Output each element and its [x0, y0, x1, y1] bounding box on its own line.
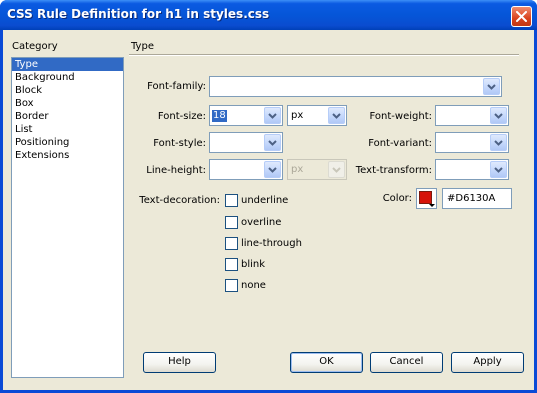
chevron-down-icon	[494, 113, 503, 119]
dialog-body: Category Type Background Block Box Borde…	[3, 30, 534, 390]
chevron-down-icon	[268, 113, 277, 119]
apply-button[interactable]: Apply	[451, 352, 524, 373]
category-item-type[interactable]: Type	[12, 58, 123, 71]
underline-checkbox[interactable]	[225, 194, 238, 207]
title-bar[interactable]: CSS Rule Definition for h1 in styles.css	[0, 0, 537, 30]
ok-button[interactable]: OK	[290, 352, 363, 373]
category-item-block[interactable]: Block	[12, 84, 123, 97]
font-size-select[interactable]: 18	[209, 105, 283, 126]
font-variant-dropdown-button[interactable]	[490, 134, 507, 151]
underline-label: underline	[241, 195, 289, 206]
line-through-checkbox[interactable]	[225, 237, 238, 250]
category-item-extensions[interactable]: Extensions	[12, 149, 123, 162]
font-style-dropdown-button[interactable]	[264, 134, 281, 151]
window-title: CSS Rule Definition for h1 in styles.css	[7, 7, 270, 21]
panel-heading: Type	[131, 41, 154, 52]
text-transform-label: Text-transform:	[355, 165, 432, 176]
color-picker-button[interactable]	[416, 188, 437, 209]
category-item-box[interactable]: Box	[12, 97, 123, 110]
color-hex-value: #D6130A	[447, 193, 496, 204]
category-label: Category	[12, 41, 58, 52]
font-size-unit-select[interactable]: px	[287, 105, 347, 126]
chevron-down-icon	[268, 167, 277, 173]
font-size-unit-dropdown-button[interactable]	[328, 107, 345, 124]
line-height-unit-value: px	[291, 164, 304, 175]
help-button[interactable]: Help	[143, 352, 216, 373]
none-checkbox[interactable]	[225, 279, 238, 292]
font-family-select[interactable]	[209, 76, 502, 97]
blink-checkbox[interactable]	[225, 258, 238, 271]
font-size-value: 18	[212, 110, 227, 122]
font-family-dropdown-button[interactable]	[483, 78, 500, 95]
line-height-unit-select: px	[287, 159, 347, 180]
text-transform-select[interactable]	[435, 159, 509, 180]
category-item-positioning[interactable]: Positioning	[12, 136, 123, 149]
line-height-select[interactable]	[209, 159, 283, 180]
close-button[interactable]	[511, 6, 532, 27]
font-size-label: Font-size:	[157, 111, 206, 122]
font-weight-select[interactable]	[435, 105, 509, 126]
chevron-down-icon	[332, 167, 341, 173]
font-weight-label: Font-weight:	[369, 111, 432, 122]
font-style-select[interactable]	[209, 132, 283, 153]
color-hex-input[interactable]: #D6130A	[442, 188, 512, 209]
category-list[interactable]: Type Background Block Box Border List Po…	[11, 57, 124, 378]
line-height-unit-dropdown-button	[328, 161, 345, 178]
font-weight-dropdown-button[interactable]	[490, 107, 507, 124]
dialog-window: CSS Rule Definition for h1 in styles.css…	[0, 0, 537, 393]
line-height-dropdown-button[interactable]	[264, 161, 281, 178]
category-item-background[interactable]: Background	[12, 71, 123, 84]
chevron-down-icon	[494, 140, 503, 146]
category-item-list[interactable]: List	[12, 123, 123, 136]
font-style-label: Font-style:	[153, 138, 206, 149]
color-swatch	[419, 191, 432, 204]
font-size-unit-value: px	[291, 110, 304, 121]
chevron-down-icon	[494, 167, 503, 173]
overline-checkbox[interactable]	[225, 216, 238, 229]
blink-label: blink	[241, 259, 266, 270]
color-label: Color:	[382, 193, 412, 204]
font-variant-select[interactable]	[435, 132, 509, 153]
close-icon	[516, 11, 527, 22]
chevron-down-icon	[332, 113, 341, 119]
text-decoration-label: Text-decoration:	[139, 195, 220, 206]
line-height-label: Line-height:	[146, 165, 206, 176]
cancel-button[interactable]: Cancel	[370, 352, 443, 373]
overline-label: overline	[241, 217, 282, 228]
line-through-label: line-through	[241, 238, 302, 249]
category-item-border[interactable]: Border	[12, 110, 123, 123]
font-family-label: Font-family:	[147, 81, 206, 92]
chevron-down-icon	[268, 140, 277, 146]
panel-divider	[129, 54, 519, 56]
chevron-down-icon	[487, 84, 496, 90]
none-label: none	[241, 280, 266, 291]
font-size-dropdown-button[interactable]	[264, 107, 281, 124]
text-transform-dropdown-button[interactable]	[490, 161, 507, 178]
font-variant-label: Font-variant:	[368, 138, 432, 149]
color-picker-arrow-icon	[429, 204, 435, 207]
